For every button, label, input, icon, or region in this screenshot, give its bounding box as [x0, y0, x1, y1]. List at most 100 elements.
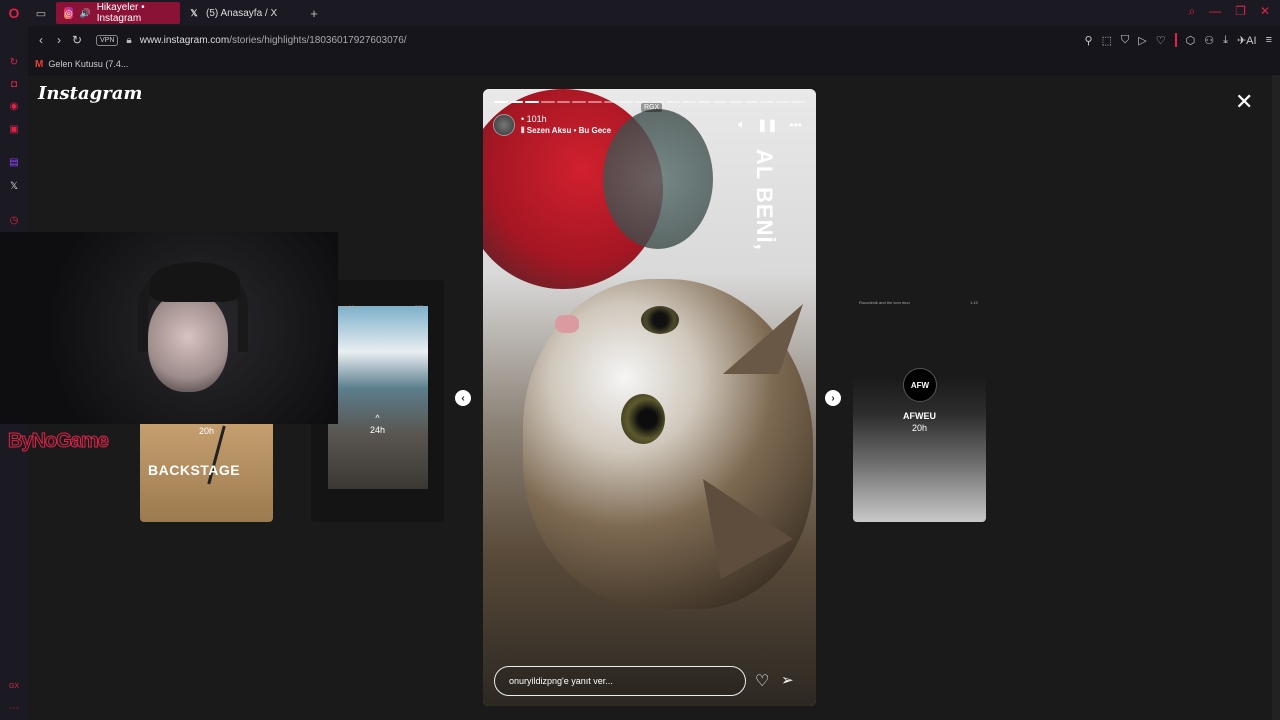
tab-switcher-icon[interactable]: ▭: [28, 0, 54, 26]
gmail-icon: M: [35, 58, 44, 70]
bag-icon[interactable]: ◘: [7, 78, 21, 92]
close-window-icon[interactable]: ✕: [1260, 4, 1270, 19]
messenger-icon[interactable]: ◉: [7, 100, 21, 114]
clock-icon[interactable]: ◷: [7, 214, 21, 228]
progress-segment: [791, 101, 806, 103]
url-domain: www.instagram.com: [139, 34, 230, 46]
speaker-icon[interactable]: 🔊: [79, 8, 90, 19]
twitch-icon[interactable]: ▤: [7, 156, 21, 170]
menu-icon[interactable]: ≡: [1266, 34, 1272, 46]
music-icon[interactable]: ▣: [7, 123, 21, 137]
progress-segment: [681, 101, 696, 103]
road-image: [328, 306, 428, 489]
x-icon: 𝕏: [190, 7, 198, 18]
preview-time: 20h: [911, 423, 928, 433]
download-icon[interactable]: ⤓: [1223, 34, 1228, 47]
tab-bar: O ▭ ◎ 🔊 Hikayeler • Instagram 𝕏 (5) Anas…: [0, 0, 1280, 26]
tab-instagram[interactable]: ◎ 🔊 Hikayeler • Instagram: [56, 2, 180, 24]
scrollbar[interactable]: [1272, 75, 1280, 720]
progress-segment: [619, 101, 633, 103]
share-send-icon[interactable]: ➢: [781, 671, 794, 689]
restore-icon[interactable]: ❐: [1235, 4, 1246, 19]
reload-icon[interactable]: ↻: [68, 33, 86, 47]
extensions-icon[interactable]: ⬡: [1186, 34, 1196, 47]
progress-segment: [697, 101, 712, 103]
afweu-avatar: AFW: [903, 368, 937, 402]
progress-segment: [494, 101, 508, 103]
story-music[interactable]: ⦀ Sezen Aksu • Bu Gece: [521, 126, 611, 136]
url-field[interactable]: www.instagram.com/stories/highlights/180…: [140, 35, 407, 46]
preview-duration: 1:15: [970, 300, 978, 305]
story-preview-afweu[interactable]: Rucodenik and the icon mun 1:15 AFW AFWE…: [853, 280, 986, 522]
next-story-button[interactable]: ›: [825, 390, 841, 406]
progress-segment: [713, 101, 727, 103]
story-preview-backstage[interactable]: 20h BACKSTAGE: [140, 420, 273, 522]
story-overlay-text: AL BENİ,: [752, 149, 777, 251]
back-icon[interactable]: ‹: [32, 33, 50, 47]
search-icon[interactable]: ⌕: [1188, 4, 1195, 19]
reply-input[interactable]: onuryildizpng'e yanıt ver...: [494, 666, 746, 696]
progress-segment: [556, 101, 571, 103]
history-icon[interactable]: ↻: [7, 56, 21, 70]
more-icon[interactable]: ⋯: [7, 702, 21, 716]
story-meta: • 101h ⦀ Sezen Aksu • Bu Gece: [521, 114, 611, 136]
preview-username: onuryildizpng: [339, 304, 363, 309]
progress-segment: [666, 101, 680, 103]
cat-nose: [555, 315, 579, 333]
avatar[interactable]: [493, 114, 515, 136]
story-controls: 🔈︎ ❚❚ •••: [738, 117, 802, 132]
progress-segment: [775, 101, 790, 103]
music-label: Sezen Aksu • Bu Gece: [526, 126, 612, 135]
like-heart-icon[interactable]: ♡: [755, 671, 769, 691]
preview-caption: Rucodenik and the icon mun: [859, 300, 910, 305]
cat-eye: [641, 306, 679, 334]
story-header: • 101h ⦀ Sezen Aksu • Bu Gece: [493, 114, 611, 136]
streamer-brand-logo: ByNoGame: [8, 430, 110, 453]
progress-segment: [744, 101, 759, 103]
progress-segment: [603, 101, 618, 103]
lock-icon[interactable]: 🔒︎: [126, 35, 131, 46]
close-stories-button[interactable]: ✕: [1235, 89, 1253, 115]
progress-segment: [587, 101, 602, 103]
vpn-badge[interactable]: VPN: [96, 34, 119, 46]
progress-segment: [728, 101, 743, 103]
url-path: /stories/highlights/18036017927603076/: [229, 34, 407, 46]
streamer-face: [148, 292, 228, 392]
heart-toolbar-icon[interactable]: ♡: [1156, 34, 1166, 47]
progress-segment: [509, 101, 524, 103]
shield-icon[interactable]: ⛉: [1121, 34, 1129, 47]
pause-icon[interactable]: ❚❚: [757, 118, 777, 132]
preview-time: 20h: [198, 426, 215, 436]
ai-button[interactable]: ✈AI: [1237, 34, 1257, 47]
progress-segment: [760, 101, 774, 103]
profile-icon[interactable]: ⚇: [1204, 34, 1214, 47]
x-sidebar-icon[interactable]: 𝕏: [7, 180, 21, 194]
snapshot-icon[interactable]: ⬚: [1102, 34, 1112, 47]
tab-x[interactable]: 𝕏 (5) Anasayfa / X: [180, 2, 304, 24]
hat-shadow: [603, 109, 713, 249]
address-bar: ‹ › ↻ VPN 🔒︎ www.instagram.com/stories/h…: [28, 26, 1280, 54]
more-options-icon[interactable]: •••: [789, 118, 802, 132]
toolbar-separator: [1174, 33, 1177, 47]
pin-icon[interactable]: ⚲: [1085, 34, 1093, 47]
progress-segment: [540, 101, 555, 103]
progress-segment: [525, 101, 539, 103]
gx-icon[interactable]: GX: [7, 680, 21, 694]
instagram-logo[interactable]: Instagram: [38, 83, 142, 104]
tab-label: (5) Anasayfa / X: [206, 7, 278, 19]
window-controls: ⌕ — ❐ ✕: [1188, 4, 1270, 19]
new-tab-button[interactable]: +: [304, 6, 324, 21]
previous-story-button[interactable]: ‹: [455, 390, 471, 406]
opera-logo-icon[interactable]: O: [0, 0, 28, 26]
toolbar-right: ⚲ ⬚ ⛉ ▷ ♡ ⬡ ⚇ ⤓ ✈AI ≡: [1085, 33, 1272, 47]
story-viewer[interactable]: RGX • 101h ⦀ Sezen Aksu • Bu Gece 🔈︎ ❚❚ …: [483, 89, 816, 706]
minimize-icon[interactable]: —: [1209, 4, 1221, 19]
play-icon[interactable]: ▷: [1138, 34, 1146, 47]
backstage-label: BACKSTAGE: [148, 462, 241, 478]
mute-icon[interactable]: 🔈︎: [738, 117, 745, 132]
bookmark-gmail[interactable]: Gelen Kutusu (7.4...: [48, 59, 128, 69]
tab-label: Hikayeler • Instagram: [96, 2, 145, 24]
forward-icon[interactable]: ›: [50, 33, 68, 47]
preview-duration: 2:32: [415, 304, 423, 309]
rgx-label: RGX: [641, 103, 663, 112]
